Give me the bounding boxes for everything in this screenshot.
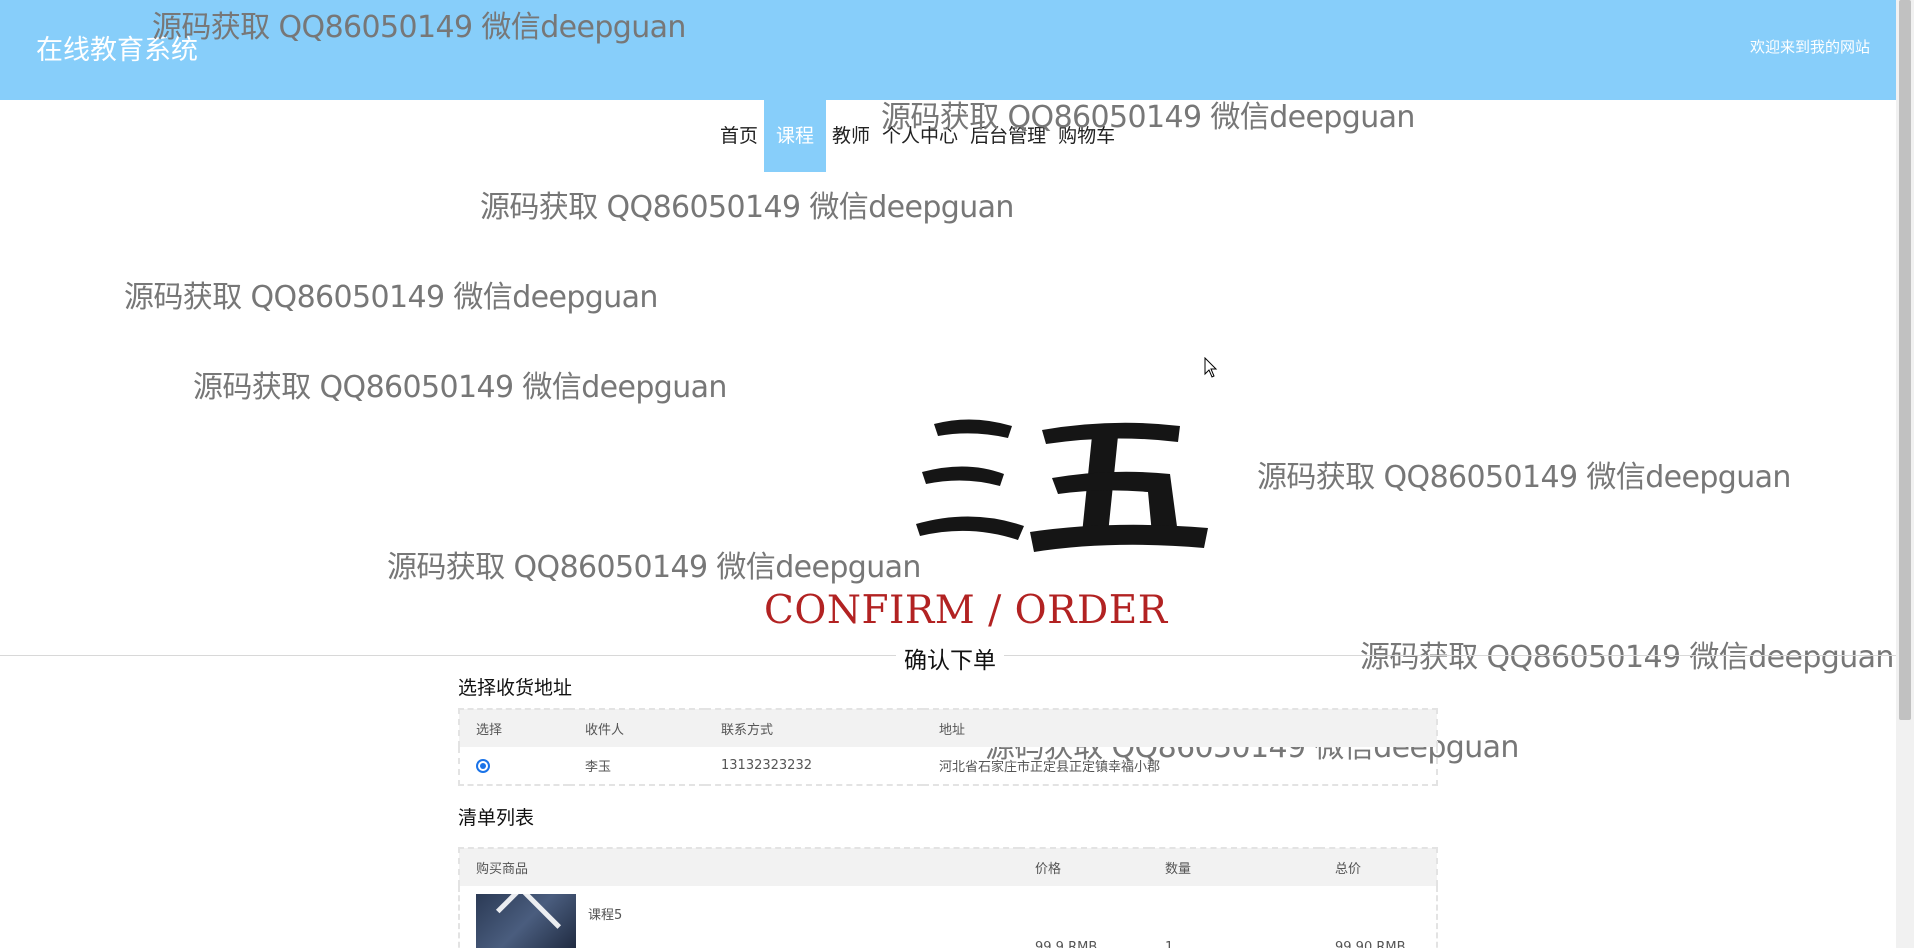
address-cell: 河北省石家庄市正定县正定镇幸福小郡 [939,760,1161,775]
address-radio-cell [459,747,569,785]
product-name[interactable]: 课程5 [588,904,622,948]
scrollbar[interactable] [1896,0,1914,948]
table-row: 李玉 13132323232 河北省石家庄市正定县正定镇幸福小郡 [459,747,1437,785]
column-header-phone: 联系方式 [705,709,923,747]
nav-item-teachers[interactable]: 教师 [826,100,876,172]
welcome-text: 欢迎来到我的网站 [1749,38,1870,56]
product-cell: 课程5 [459,886,1019,948]
nav-item-courses[interactable]: 课程 [764,100,827,172]
address-section-title: 选择收货地址 [458,677,573,699]
confirm-order-title: CONFIRM / ORDER [764,588,1168,633]
watermark: 源码获取 QQ86050149 微信deepguan [480,190,1014,225]
nav-item-home[interactable]: 首页 [714,100,764,172]
phone-cell: 13132323232 [721,758,812,773]
price-cell: 99.9 RMB [1035,940,1098,948]
watermark: 源码获取 QQ86050149 微信deepguan [1257,460,1791,495]
scrollbar-thumb[interactable] [1899,0,1911,720]
order-table: 购买商品 价格 数量 总价 课程5 99.9 RMB 1 99.90 RMB [458,847,1438,948]
table-header-row: 选择 收件人 联系方式 地址 [459,709,1437,747]
recipient-cell: 李玉 [585,760,612,775]
column-header-qty: 数量 [1149,848,1319,886]
column-header-recipient: 收件人 [569,709,705,747]
watermark: 源码获取 QQ86050149 微信deepguan [124,280,658,315]
confirm-order-subtitle: 确认下单 [896,641,1004,675]
course-thumbnail[interactable] [476,894,576,948]
column-header-address: 地址 [923,709,1437,747]
mouse-cursor-icon [1204,357,1218,378]
total-cell: 99.90 RMB [1335,940,1406,948]
address-radio[interactable] [476,758,490,773]
watermark: 源码获取 QQ86050149 微信deepguan [387,550,921,585]
watermark: 源码获取 QQ86050149 微信deepguan [881,100,1415,135]
address-table: 选择 收件人 联系方式 地址 李玉 13132323232 河北省石家庄市正定县… [458,708,1438,786]
watermark: 源码获取 QQ86050149 微信deepguan [1360,640,1894,675]
column-header-total: 总价 [1319,848,1437,886]
table-header-row: 购买商品 价格 数量 总价 [459,848,1437,886]
qty-cell: 1 [1165,940,1174,948]
watermark: 源码获取 QQ86050149 微信deepguan [152,10,686,45]
column-header-select: 选择 [459,709,569,747]
order-list-title: 清单列表 [458,807,535,829]
column-header-product: 购买商品 [459,848,1019,886]
column-header-price: 价格 [1019,848,1149,886]
watermark: 源码获取 QQ86050149 微信deepguan [193,370,727,405]
logo-image [916,419,1208,552]
table-row: 课程5 99.9 RMB 1 99.90 RMB [459,886,1437,948]
